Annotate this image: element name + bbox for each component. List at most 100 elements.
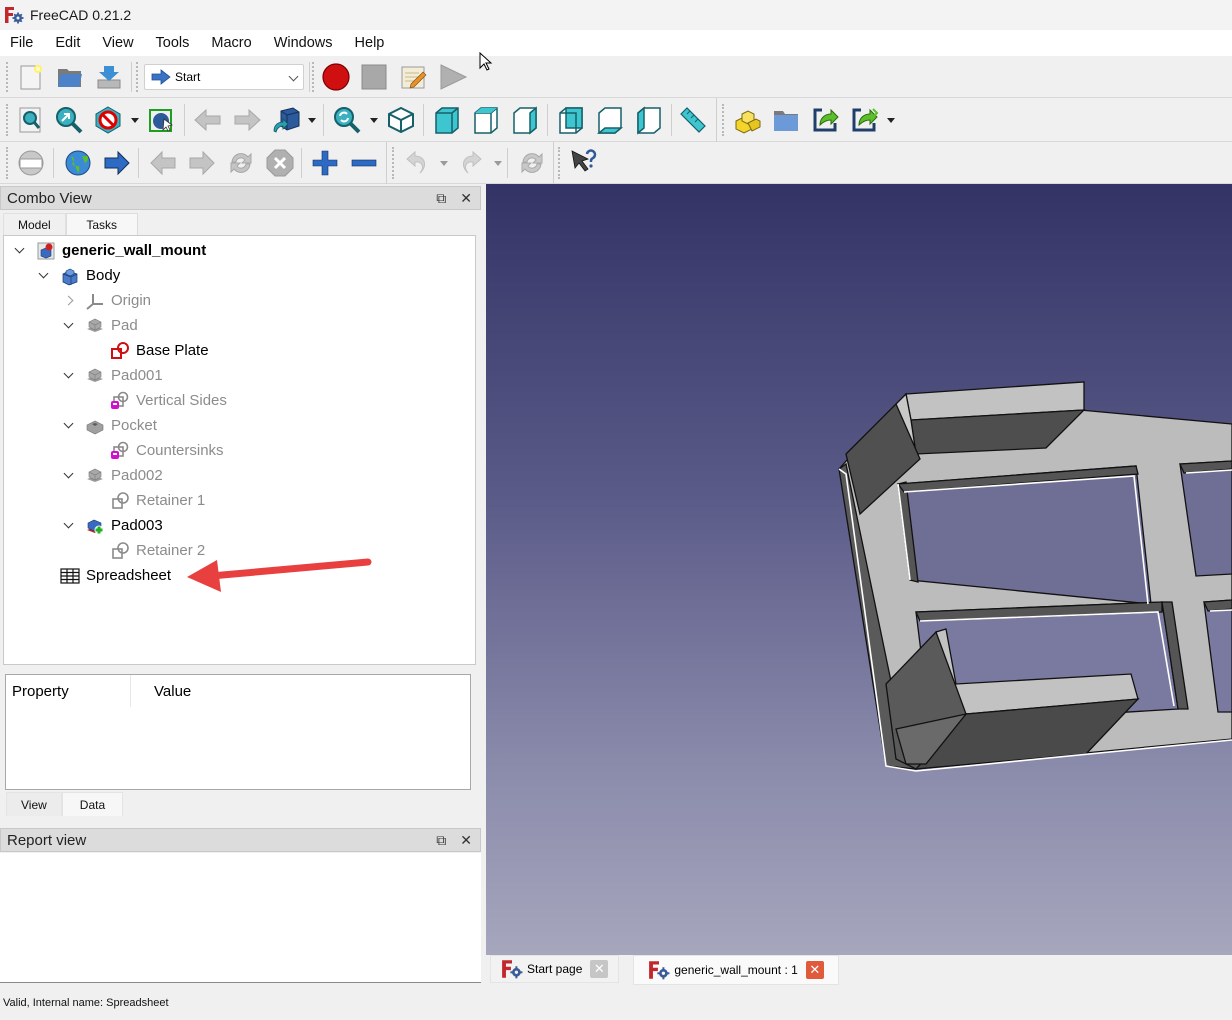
menu-view[interactable]: View — [96, 35, 139, 51]
workbench-selector[interactable]: Start — [144, 64, 304, 90]
web-forward-button[interactable] — [186, 147, 218, 179]
std-views-dropdown[interactable] — [307, 104, 317, 136]
property-column-header[interactable]: Property — [6, 675, 131, 707]
tree-item-pad[interactable]: Pad — [61, 313, 138, 338]
tree-item-spreadsheet[interactable]: Spreadsheet — [36, 563, 171, 588]
chevron-down-icon[interactable] — [61, 319, 75, 333]
web-go-button[interactable] — [101, 147, 133, 179]
web-zoom-out-button[interactable] — [348, 147, 380, 179]
front-view-button[interactable] — [431, 104, 463, 136]
report-view-output[interactable] — [0, 853, 481, 983]
menu-file[interactable]: File — [4, 35, 39, 51]
close-tab-icon[interactable]: ✕ — [805, 961, 824, 979]
undo-button[interactable] — [401, 147, 433, 179]
3d-viewport[interactable] — [486, 184, 1232, 955]
rear-view-button[interactable] — [555, 104, 587, 136]
bounding-box-button[interactable] — [146, 104, 178, 136]
fit-all-button[interactable] — [15, 104, 47, 136]
left-view-button[interactable] — [633, 104, 665, 136]
tree-item-retainer-1[interactable]: Retainer 1 — [86, 488, 205, 513]
stop-macro-button[interactable] — [358, 61, 390, 93]
draw-style-dropdown[interactable] — [130, 104, 140, 136]
menu-help[interactable]: Help — [349, 35, 391, 51]
chevron-right-icon[interactable] — [61, 294, 75, 308]
toolbar-grip[interactable] — [312, 62, 315, 92]
web-zoom-in-button[interactable] — [309, 147, 341, 179]
make-link-button[interactable] — [809, 104, 841, 136]
menu-windows[interactable]: Windows — [268, 35, 339, 51]
web-home-button[interactable] — [15, 147, 47, 179]
menu-edit[interactable]: Edit — [49, 35, 86, 51]
menu-tools[interactable]: Tools — [150, 35, 196, 51]
web-stop-button[interactable] — [264, 147, 296, 179]
chevron-down-icon[interactable] — [61, 419, 75, 433]
web-back-button[interactable] — [147, 147, 179, 179]
link-actions-dropdown[interactable] — [886, 104, 896, 136]
create-part-button[interactable] — [731, 104, 763, 136]
toolbar-grip[interactable] — [6, 104, 9, 136]
whats-this-button[interactable] — [568, 147, 600, 179]
web-refresh-button[interactable] — [225, 147, 257, 179]
tree-item-pocket[interactable]: Pocket — [61, 413, 157, 438]
tree-item-pad002[interactable]: Pad002 — [61, 463, 163, 488]
record-macro-button[interactable] — [320, 61, 352, 93]
wall-mount-model[interactable] — [486, 184, 1232, 955]
run-macro-button[interactable] — [437, 61, 469, 93]
web-globe-button[interactable] — [62, 147, 94, 179]
tree-item-pad001[interactable]: Pad001 — [61, 363, 163, 388]
tab-model[interactable]: Model — [3, 213, 66, 235]
recompute-button[interactable] — [516, 147, 548, 179]
chevron-down-icon[interactable] — [36, 269, 50, 283]
redo-dropdown[interactable] — [493, 147, 503, 179]
zoom-dropdown[interactable] — [369, 104, 379, 136]
save-document-button[interactable] — [93, 61, 125, 93]
tree-item-base-plate[interactable]: Base Plate — [86, 338, 209, 363]
new-document-button[interactable] — [15, 61, 47, 93]
fit-selection-button[interactable] — [53, 104, 85, 136]
close-icon[interactable]: ✕ — [460, 190, 472, 206]
float-dock-icon[interactable]: ⧉ — [436, 832, 446, 848]
bottom-view-button[interactable] — [594, 104, 626, 136]
measure-button[interactable] — [677, 104, 709, 136]
tab-tasks[interactable]: Tasks — [65, 213, 138, 235]
view-forward-button[interactable] — [231, 104, 263, 136]
isometric-view-button[interactable] — [385, 104, 417, 136]
tab-generic-wall-mount[interactable]: generic_wall_mount : 1 ✕ — [633, 955, 839, 985]
toolbar-grip[interactable] — [136, 62, 139, 92]
tree-item-vertical-sides[interactable]: Vertical Sides — [86, 388, 227, 413]
view-back-button[interactable] — [192, 104, 224, 136]
tab-start-page[interactable]: Start page ✕ — [490, 955, 620, 983]
edit-macro-button[interactable] — [398, 61, 430, 93]
chevron-down-icon[interactable] — [12, 244, 26, 258]
toolbar-grip[interactable] — [558, 147, 561, 179]
value-column-header[interactable]: Value — [131, 675, 213, 707]
tree-item-generic-wall-mount[interactable]: generic_wall_mount — [12, 238, 206, 263]
close-tab-icon[interactable]: ✕ — [590, 960, 609, 978]
float-dock-icon[interactable]: ⧉ — [436, 190, 446, 206]
create-group-button[interactable] — [770, 104, 802, 136]
tree-item-body[interactable]: Body — [36, 263, 120, 288]
toolbar-grip[interactable] — [6, 147, 9, 179]
tab-data[interactable]: Data — [61, 792, 124, 816]
std-views-button[interactable] — [270, 104, 302, 136]
draw-style-button[interactable] — [92, 104, 124, 136]
undo-dropdown[interactable] — [439, 147, 449, 179]
tree-item-origin[interactable]: Origin — [61, 288, 151, 313]
chevron-down-icon[interactable] — [61, 519, 75, 533]
tree-item-pad003[interactable]: Pad003 — [61, 513, 163, 538]
zoom-button[interactable] — [331, 104, 363, 136]
toolbar-grip[interactable] — [392, 147, 395, 179]
top-view-button[interactable] — [470, 104, 502, 136]
toolbar-grip[interactable] — [6, 62, 9, 92]
chevron-down-icon[interactable] — [61, 469, 75, 483]
link-actions-button[interactable] — [848, 104, 880, 136]
open-document-button[interactable] — [54, 61, 86, 93]
right-view-button[interactable] — [509, 104, 541, 136]
tab-view[interactable]: View — [6, 792, 62, 816]
close-icon[interactable]: ✕ — [460, 832, 472, 848]
toolbar-grip[interactable] — [722, 104, 725, 136]
menu-macro[interactable]: Macro — [205, 35, 257, 51]
chevron-down-icon[interactable] — [61, 369, 75, 383]
tree-item-countersinks[interactable]: Countersinks — [86, 438, 224, 463]
redo-button[interactable] — [455, 147, 487, 179]
